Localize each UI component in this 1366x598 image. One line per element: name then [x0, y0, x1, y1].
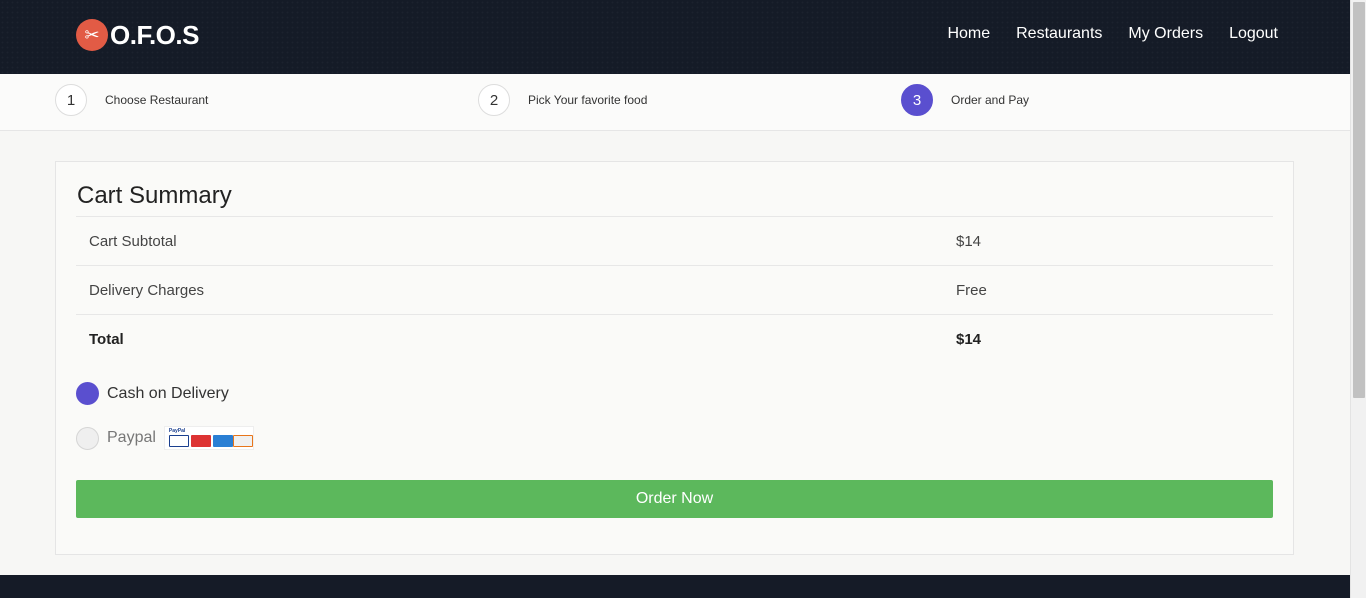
row-value: $14 — [956, 233, 982, 250]
step-choose-restaurant: 1 Choose Restaurant — [55, 84, 208, 116]
step-label: Choose Restaurant — [105, 93, 209, 107]
paypal-cards-logo: PayPal — [163, 426, 254, 450]
top-navbar: ✂ O.F.O.S Home Restaurants My Orders Log… — [0, 0, 1350, 74]
nav-logout[interactable]: Logout — [1229, 25, 1278, 43]
row-label: Cart Subtotal — [89, 233, 177, 250]
radio-selected[interactable] — [76, 382, 99, 405]
nav-home[interactable]: Home — [947, 25, 990, 43]
cart-subtotal-row: Cart Subtotal $14 — [76, 216, 1273, 265]
visa-card-icon — [168, 435, 189, 447]
brand-name: O.F.O.S — [110, 19, 199, 50]
step-number: 1 — [55, 84, 87, 116]
cart-summary-title: Cart Summary — [77, 182, 232, 209]
total-row: Total $14 — [76, 314, 1273, 363]
payment-label: Cash on Delivery — [107, 384, 229, 402]
nav-restaurants[interactable]: Restaurants — [1016, 25, 1102, 43]
step-number-active: 3 — [901, 84, 933, 116]
step-pick-food: 2 Pick Your favorite food — [478, 84, 647, 116]
step-order-pay: 3 Order and Pay — [901, 84, 1029, 116]
brand-logo[interactable]: ✂ O.F.O.S — [76, 19, 199, 51]
scrollbar-thumb[interactable] — [1353, 2, 1365, 398]
page-scrollbar[interactable] — [1350, 0, 1366, 598]
radio-unselected[interactable] — [76, 426, 99, 450]
nav-links: Home Restaurants My Orders Logout — [947, 25, 1278, 43]
amex-card-icon — [212, 435, 233, 447]
row-value: $14 — [956, 331, 982, 348]
row-label: Total — [89, 331, 124, 348]
mastercard-icon — [190, 435, 211, 447]
row-value: Free — [956, 282, 987, 299]
payment-cash-on-delivery[interactable]: Cash on Delivery — [76, 382, 229, 405]
food-utensils-icon: ✂ — [76, 19, 108, 51]
payment-paypal[interactable]: Paypal PayPal — [76, 426, 254, 450]
cart-summary-card: Cart Summary Cart Subtotal $14 Delivery … — [55, 161, 1294, 555]
paypal-logo-text: PayPal — [168, 428, 186, 434]
delivery-charges-row: Delivery Charges Free — [76, 265, 1273, 314]
footer — [0, 575, 1350, 598]
step-label: Order and Pay — [951, 93, 1030, 107]
discover-card-icon — [232, 435, 253, 447]
nav-my-orders[interactable]: My Orders — [1128, 25, 1203, 43]
step-label: Pick Your favorite food — [528, 93, 648, 107]
checkout-steps: 1 Choose Restaurant 2 Pick Your favorite… — [0, 74, 1350, 131]
order-now-button[interactable]: Order Now — [76, 480, 1273, 518]
payment-label: Paypal — [107, 429, 156, 446]
row-label: Delivery Charges — [89, 282, 205, 299]
step-number: 2 — [478, 84, 510, 116]
